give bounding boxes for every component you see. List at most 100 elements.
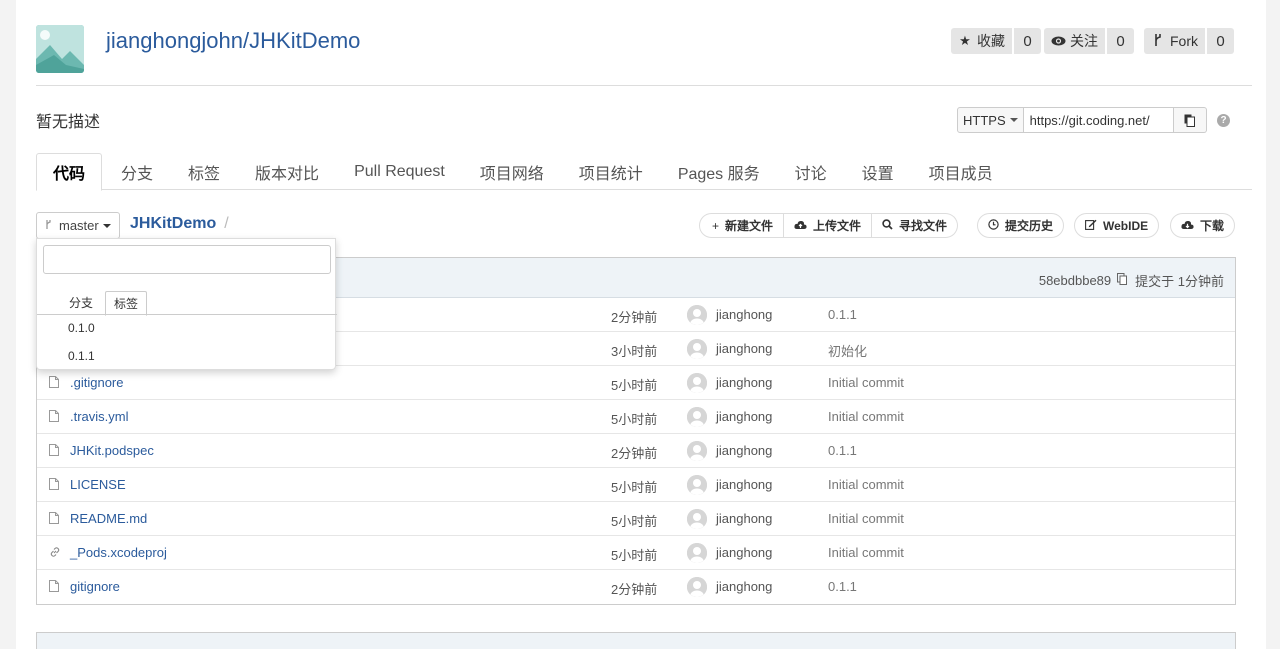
file-user[interactable]: jianghong xyxy=(716,579,772,594)
repo-avatar[interactable] xyxy=(36,25,84,73)
avatar[interactable] xyxy=(687,509,707,529)
file-name[interactable]: README.md xyxy=(70,511,147,526)
file-name[interactable]: _Pods.xcodeproj xyxy=(70,545,167,560)
file-time: 5小时前 xyxy=(611,412,658,427)
avatar[interactable] xyxy=(687,577,707,597)
commit-hash[interactable]: 58ebdbbe89 xyxy=(1039,273,1111,288)
table-row[interactable]: .travis.yml 5小时前 jianghong Initial commit xyxy=(37,400,1235,434)
avatar[interactable] xyxy=(687,441,707,461)
copy-icon[interactable] xyxy=(1117,273,1128,288)
file-commit-message[interactable]: Initial commit xyxy=(828,511,904,526)
file-actions: + 新建文件 上传文件 寻找文件 xyxy=(699,213,959,238)
help-icon[interactable]: ? xyxy=(1217,114,1230,127)
tab-tags[interactable]: 标签 xyxy=(169,153,236,190)
latest-commit: 58ebdbbe89 提交于 1分钟前 xyxy=(1039,271,1224,290)
file-name[interactable]: JHKit.podspec xyxy=(70,443,154,458)
tab-pages[interactable]: Pages 服务 xyxy=(659,153,776,190)
tab-stats[interactable]: 项目统计 xyxy=(560,153,659,190)
file-commit-message[interactable]: 0.1.1 xyxy=(828,579,857,594)
copy-button[interactable] xyxy=(1173,107,1207,133)
fork-icon xyxy=(1150,33,1166,50)
table-row[interactable]: JHKit.podspec 2分钟前 jianghong 0.1.1 xyxy=(37,434,1235,468)
dropdown-tab-branches[interactable]: 分支 xyxy=(61,291,101,315)
repo-title[interactable]: jianghongjohn/JHKitDemo xyxy=(106,28,360,54)
cloud-download-icon xyxy=(1181,219,1194,233)
file-user[interactable]: jianghong xyxy=(716,307,772,322)
table-row[interactable]: README.md 5小时前 jianghong Initial commit xyxy=(37,502,1235,536)
webide-label: WebIDE xyxy=(1103,218,1149,233)
star-count[interactable]: 0 xyxy=(1014,28,1041,54)
dropdown-item[interactable]: 0.1.0 xyxy=(68,321,95,335)
file-commit-message[interactable]: Initial commit xyxy=(828,545,904,560)
file-time: 5小时前 xyxy=(611,514,658,529)
breadcrumb-separator: / xyxy=(224,215,229,232)
table-row[interactable]: .gitignore 5小时前 jianghong Initial commit xyxy=(37,366,1235,400)
tab-members[interactable]: 项目成员 xyxy=(910,153,1009,190)
find-file-button[interactable]: 寻找文件 xyxy=(872,213,959,238)
avatar[interactable] xyxy=(687,543,707,563)
file-commit-message[interactable]: Initial commit xyxy=(828,409,904,424)
file-commit-message[interactable]: Initial commit xyxy=(828,477,904,492)
file-commit-message[interactable]: Initial commit xyxy=(828,375,904,390)
avatar[interactable] xyxy=(687,475,707,495)
download-label: 下载 xyxy=(1200,219,1225,233)
table-row[interactable]: LICENSE 5小时前 jianghong Initial commit xyxy=(37,468,1235,502)
file-name[interactable]: .gitignore xyxy=(70,375,123,390)
history-button[interactable]: 提交历史 xyxy=(977,213,1065,238)
dropdown-item[interactable]: 0.1.1 xyxy=(68,349,95,363)
star-group[interactable]: ★ 收藏 0 xyxy=(951,28,1041,54)
fork-group[interactable]: Fork 0 xyxy=(1144,28,1234,54)
tab-branches[interactable]: 分支 xyxy=(102,153,169,190)
file-name[interactable]: LICENSE xyxy=(70,477,126,492)
download-button[interactable]: 下载 xyxy=(1170,213,1236,238)
upload-file-button[interactable]: 上传文件 xyxy=(784,213,873,238)
breadcrumb-root[interactable]: JHKitDemo xyxy=(130,215,216,233)
file-time: 5小时前 xyxy=(611,548,658,563)
tab-settings[interactable]: 设置 xyxy=(843,153,910,190)
star-button[interactable]: ★ 收藏 xyxy=(951,28,1012,54)
file-user[interactable]: jianghong xyxy=(716,477,772,492)
search-icon xyxy=(882,218,893,233)
table-row[interactable]: gitignore 2分钟前 jianghong 0.1.1 xyxy=(37,570,1235,604)
tab-network[interactable]: 项目网络 xyxy=(461,153,560,190)
watch-count[interactable]: 0 xyxy=(1107,28,1134,54)
avatar[interactable] xyxy=(687,407,707,427)
tab-compare[interactable]: 版本对比 xyxy=(236,153,335,190)
tab-discussion[interactable]: 讨论 xyxy=(776,153,843,190)
star-icon: ★ xyxy=(959,33,971,48)
tab-pull-request[interactable]: Pull Request xyxy=(335,153,461,190)
file-name[interactable]: .travis.yml xyxy=(70,409,129,424)
file-user[interactable]: jianghong xyxy=(716,443,772,458)
file-user[interactable]: jianghong xyxy=(716,545,772,560)
file-icon xyxy=(49,444,59,456)
file-user[interactable]: jianghong xyxy=(716,511,772,526)
table-row[interactable]: _Pods.xcodeproj 5小时前 jianghong Initial comm… xyxy=(37,536,1235,570)
branch-select[interactable]: master xyxy=(36,212,120,239)
file-time: 5小时前 xyxy=(611,480,658,495)
fork-button[interactable]: Fork xyxy=(1144,28,1205,54)
file-commit-message[interactable]: 0.1.1 xyxy=(828,443,857,458)
avatar[interactable] xyxy=(687,305,707,325)
file-user[interactable]: jianghong xyxy=(716,341,772,356)
avatar[interactable] xyxy=(687,339,707,359)
watch-group[interactable]: 关注 0 xyxy=(1044,28,1134,54)
file-commit-message[interactable]: 0.1.1 xyxy=(828,307,857,322)
file-user[interactable]: jianghong xyxy=(716,375,772,390)
find-file-label: 寻找文件 xyxy=(899,219,948,233)
clone-url-input[interactable] xyxy=(1023,107,1174,133)
branch-search-input[interactable] xyxy=(43,245,331,274)
copy-icon xyxy=(1184,114,1196,127)
clone-protocol-select[interactable]: HTTPS xyxy=(957,107,1024,133)
file-user[interactable]: jianghong xyxy=(716,409,772,424)
tab-code[interactable]: 代码 xyxy=(36,153,103,191)
file-name[interactable]: gitignore xyxy=(70,579,120,594)
fork-count[interactable]: 0 xyxy=(1207,28,1234,54)
watch-label: 关注 xyxy=(1070,33,1098,49)
watch-button[interactable]: 关注 xyxy=(1044,28,1105,54)
dropdown-tab-tags[interactable]: 标签 xyxy=(105,291,148,316)
breadcrumb: JHKitDemo / xyxy=(130,215,229,233)
avatar[interactable] xyxy=(687,373,707,393)
file-commit-message[interactable]: 初始化 xyxy=(828,341,867,360)
webide-button[interactable]: WebIDE xyxy=(1074,213,1160,238)
new-file-button[interactable]: + 新建文件 xyxy=(699,213,785,238)
